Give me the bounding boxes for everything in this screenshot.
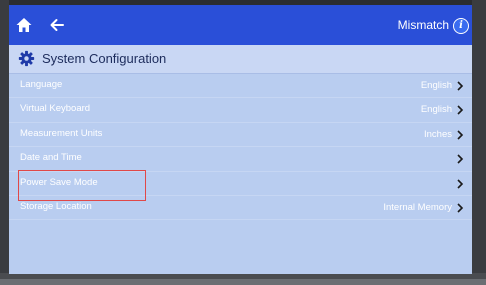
setting-row-storage-location[interactable]: Storage Location Internal Memory <box>9 196 472 221</box>
setting-row-virtual-keyboard[interactable]: Virtual Keyboard English <box>9 98 472 123</box>
settings-list: Language English Virtual Keyboard Englis… <box>9 74 472 221</box>
info-icon[interactable]: i <box>453 18 469 34</box>
chevron-right-icon <box>457 130 464 140</box>
setting-value: English <box>420 104 452 116</box>
setting-row-measurement-units[interactable]: Measurement Units Inches <box>9 123 472 148</box>
setting-label: Language <box>20 79 63 90</box>
gear-icon <box>18 50 35 67</box>
chevron-right-icon <box>457 105 464 115</box>
chevron-right-icon <box>457 203 464 213</box>
setting-label: Date and Time <box>20 152 82 164</box>
setting-label: Measurement Units <box>20 127 103 139</box>
setting-label: Storage Location <box>20 200 92 212</box>
setting-value: Inches <box>424 128 452 140</box>
device-bezel-left <box>0 0 9 285</box>
setting-row-power-save-mode[interactable]: Power Save Mode <box>9 172 472 196</box>
back-arrow-icon[interactable] <box>48 16 66 34</box>
top-navigation-bar: Mismatch i <box>9 5 472 45</box>
device-screen: Mismatch i System Configuration Language… <box>9 5 472 274</box>
setting-row-date-and-time[interactable]: Date and Time <box>9 147 472 172</box>
device-bezel-right <box>472 0 486 285</box>
status-mismatch-label: Mismatch <box>397 18 449 32</box>
chevron-right-icon <box>457 154 464 164</box>
setting-label: Virtual Keyboard <box>20 103 91 115</box>
device-bezel-edge <box>0 279 486 285</box>
setting-row-language[interactable]: Language English <box>9 74 472 99</box>
setting-value: Internal Memory <box>383 201 452 213</box>
chevron-right-icon <box>457 81 464 91</box>
home-icon[interactable] <box>15 16 33 34</box>
page-title: System Configuration <box>42 51 167 66</box>
setting-value: English <box>420 80 452 91</box>
page-title-bar: System Configuration <box>9 45 472 74</box>
setting-label: Power Save Mode <box>20 176 98 188</box>
chevron-right-icon <box>457 178 464 189</box>
